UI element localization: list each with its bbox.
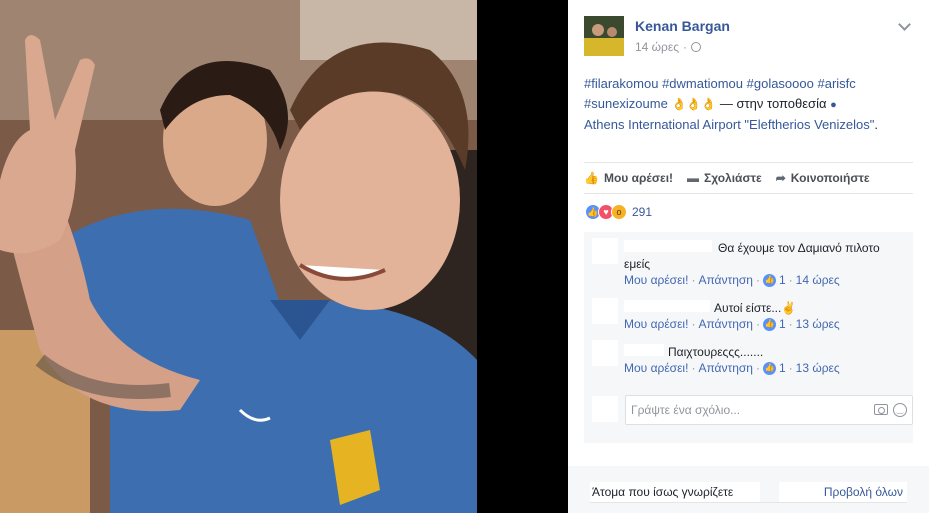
people-you-may-know: Άτομα που ίσως γνωρίζετε Προβολή όλων xyxy=(568,466,929,513)
ok-hand-emoji: 👌👌👌 xyxy=(671,97,717,111)
location-link[interactable]: Athens International Airport "Eleftherio… xyxy=(584,117,874,132)
comment-input-box: ‿ xyxy=(625,395,913,425)
post-text: #filarakomou #dwmatiomou #golasoooo #ari… xyxy=(584,74,914,135)
post-meta: 14 ώρες · xyxy=(635,40,702,54)
post-panel: Kenan Bargan 14 ώρες · #filarakomou #dwm… xyxy=(568,0,929,513)
comment-text: Παιχτουρεςςς....... xyxy=(668,345,764,359)
comment-meta: Μου αρέσει! · Απάντηση · 👍 1 · 14 ώρες xyxy=(624,272,840,288)
redacted-avatar xyxy=(592,340,618,366)
comment-like-link[interactable]: Μου αρέσει! xyxy=(624,316,688,332)
reactions-summary[interactable]: 👍 ♥ o 291 xyxy=(585,204,652,220)
hashtag[interactable]: #sunexizoume xyxy=(584,96,668,111)
share-button[interactable]: ➦ Κοινοποιήστε xyxy=(776,171,870,185)
comment-like-link[interactable]: Μου αρέσει! xyxy=(624,360,688,376)
globe-icon[interactable] xyxy=(691,42,702,52)
redacted-avatar xyxy=(592,238,618,264)
post-header: Kenan Bargan 14 ώρες · xyxy=(584,16,915,60)
comment-text: Θα έχουμε τον Δαμιανό πιλοτο xyxy=(718,241,880,255)
comment-like-count[interactable]: 1 xyxy=(779,316,786,332)
post-photo[interactable] xyxy=(0,0,477,513)
wow-reaction-icon: o xyxy=(611,204,627,220)
divider xyxy=(590,502,907,503)
comment-label: Σχολιάστε xyxy=(704,171,762,185)
chevron-down-icon[interactable] xyxy=(898,18,911,31)
camera-icon[interactable] xyxy=(874,404,888,415)
photo-viewer xyxy=(0,0,568,513)
comment-time[interactable]: 13 ώρες xyxy=(796,316,840,332)
redacted-avatar xyxy=(592,396,618,422)
emoji-icon[interactable]: ‿ xyxy=(893,403,907,417)
comment-meta: Μου αρέσει! · Απάντηση · 👍 1 · 13 ώρες xyxy=(624,360,840,376)
comment-button[interactable]: ▬ Σχολιάστε xyxy=(687,171,762,185)
like-count-icon: 👍 xyxy=(762,361,776,375)
like-count-icon: 👍 xyxy=(762,317,776,331)
comment-reply-link[interactable]: Απάντηση xyxy=(698,272,753,288)
hashtag[interactable]: #filarakomou xyxy=(584,76,658,91)
share-icon: ➦ xyxy=(775,171,786,185)
post-actions: 👍 Μου αρέσει! ▬ Σχολιάστε ➦ Κοινοποιήστε xyxy=(584,162,913,194)
comment-time[interactable]: 13 ώρες xyxy=(796,360,840,376)
like-count-icon: 👍 xyxy=(762,273,776,287)
thumbs-up-icon: 👍 xyxy=(584,171,599,185)
hashtag[interactable]: #dwmatiomou xyxy=(662,76,743,91)
comment-text: Αυτοί είστε...✌ xyxy=(714,301,797,315)
location-end: . xyxy=(874,117,878,132)
location-pin-icon: ● xyxy=(830,99,837,111)
comment-like-link[interactable]: Μου αρέσει! xyxy=(624,272,688,288)
selfie-image xyxy=(0,0,477,513)
comment-icon: ▬ xyxy=(687,171,700,185)
location-prefix: — στην τοποθεσία xyxy=(719,96,827,111)
comment-meta: Μου αρέσει! · Απάντηση · 👍 1 · 13 ώρες xyxy=(624,316,840,332)
comment-like-count[interactable]: 1 xyxy=(779,272,786,288)
share-label: Κοινοποιήστε xyxy=(790,171,870,185)
comment-text-continued: εμείς xyxy=(624,257,651,271)
comment-time[interactable]: 14 ώρες xyxy=(796,272,840,288)
dot-separator: · xyxy=(683,40,688,54)
like-button[interactable]: 👍 Μου αρέσει! xyxy=(584,171,673,185)
people-heading: Άτομα που ίσως γνωρίζετε xyxy=(590,482,760,502)
comment-item: Αυτοί είστε...✌ Μου αρέσει! · Απάντηση ·… xyxy=(624,300,913,332)
comment-item: Θα έχουμε τον Δαμιανό πιλοτο εμείς Μου α… xyxy=(624,240,913,288)
avatar[interactable] xyxy=(584,16,624,56)
comment-input[interactable] xyxy=(631,397,861,423)
comment-reply-link[interactable]: Απάντηση xyxy=(698,316,753,332)
reaction-count[interactable]: 291 xyxy=(632,205,652,219)
comment-item: Παιχτουρεςςς....... Μου αρέσει! · Απάντη… xyxy=(624,344,913,376)
hashtag[interactable]: #arisfc xyxy=(817,76,855,91)
like-label: Μου αρέσει! xyxy=(603,171,674,185)
post-time[interactable]: 14 ώρες xyxy=(635,40,679,54)
hashtag[interactable]: #golasoooo xyxy=(747,76,814,91)
redacted-avatar xyxy=(592,298,618,324)
comment-like-count[interactable]: 1 xyxy=(779,360,786,376)
comment-reply-link[interactable]: Απάντηση xyxy=(698,360,753,376)
see-all-link[interactable]: Προβολή όλων xyxy=(779,482,907,502)
author-name[interactable]: Kenan Bargan xyxy=(635,18,730,34)
